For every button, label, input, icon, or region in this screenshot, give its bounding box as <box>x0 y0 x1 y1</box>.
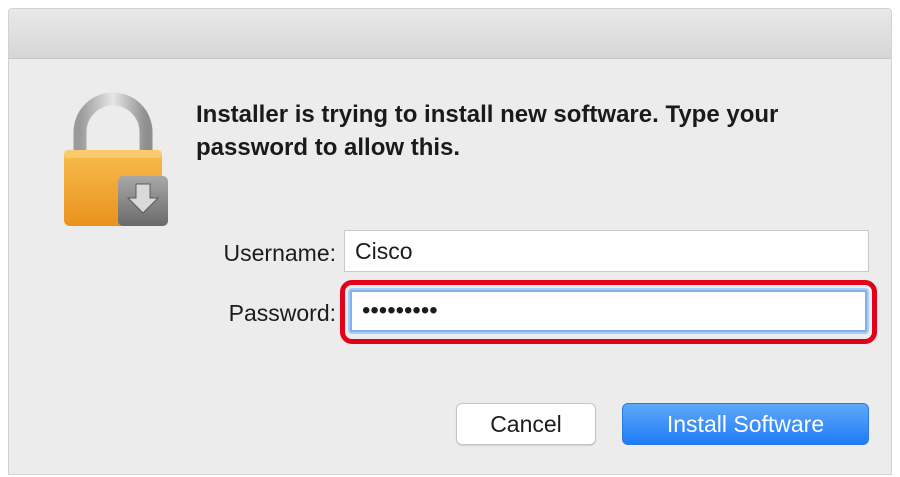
password-label: Password: <box>228 300 336 326</box>
username-field[interactable]: Cisco <box>344 230 869 272</box>
dialog-message: Installer is trying to install new softw… <box>196 101 779 161</box>
install-software-button[interactable]: Install Software <box>622 403 869 445</box>
window-titlebar[interactable] <box>9 9 891 59</box>
username-label: Username: <box>223 240 336 266</box>
cancel-button[interactable]: Cancel <box>456 403 596 445</box>
password-field[interactable]: ••••••••• <box>350 290 867 332</box>
lock-installer-icon <box>64 92 168 226</box>
